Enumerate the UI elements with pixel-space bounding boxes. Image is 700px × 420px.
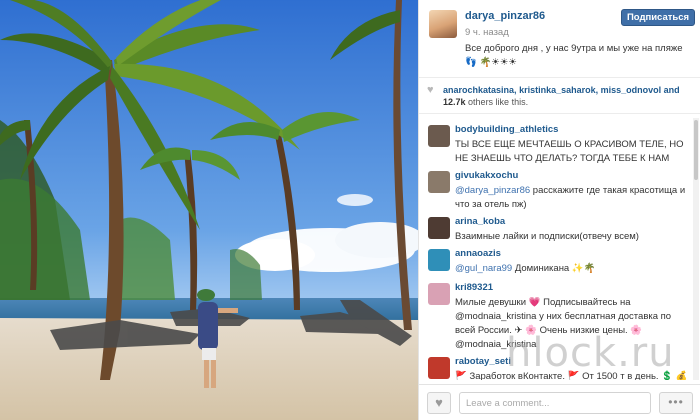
comment-input[interactable] [459, 392, 651, 414]
likes-heart-icon: ♥ [427, 84, 434, 96]
likes-section: ♥ anarochkatasina, kristinka_saharok, mi… [419, 78, 700, 114]
likers-and-text: and [663, 85, 680, 95]
comment-username[interactable]: arina_koba [455, 216, 505, 227]
comment-avatar[interactable] [428, 357, 450, 379]
comment-body: Доминикана ✨🌴 [512, 263, 596, 274]
comment-avatar[interactable] [428, 125, 450, 147]
comment-avatar[interactable] [428, 283, 450, 305]
likers-list: anarochkatasina, kristinka_saharok, miss… [443, 85, 680, 95]
comment-text: Взаимные лайки и подписки(отвечу всем) [455, 231, 639, 242]
author-username-link[interactable]: darya_pinzar86 [465, 10, 545, 22]
comment-text: @gul_nara99 Доминикана ✨🌴 [455, 262, 691, 276]
liker-link[interactable]: miss_odnovol [601, 85, 662, 95]
likes-count: 12.7k others like this. [443, 97, 528, 107]
likes-count-value[interactable]: 12.7k [443, 97, 466, 107]
follow-button[interactable]: Подписаться [621, 9, 695, 26]
author-avatar[interactable] [429, 10, 457, 38]
comment-avatar[interactable] [428, 249, 450, 271]
like-button[interactable]: ♥ [427, 392, 451, 414]
liker-link[interactable]: kristinka_saharok [519, 85, 596, 95]
post-timestamp: 9 ч. назад [465, 27, 509, 38]
comment-username[interactable]: bodybuilding_athletics [455, 124, 558, 135]
comment-username[interactable]: givukakxochu [455, 170, 518, 181]
heart-icon: ♥ [435, 395, 443, 410]
more-options-button[interactable]: ••• [659, 392, 693, 414]
comment-footer: ♥ ••• [419, 384, 700, 420]
comment-text: @darya_pinzar86 расскажите где такая кра… [455, 184, 691, 212]
comment-username[interactable]: kri89321 [455, 282, 493, 293]
liker-link[interactable]: anarochkatasina [443, 85, 514, 95]
comment-text: ТЫ ВСЕ ЕЩЕ МЕЧТАЕШЬ О КРАСИВОМ ТЕЛЕ, НО … [455, 139, 684, 164]
post-caption: Все доброго дня , у нас 9утра и мы уже н… [465, 43, 683, 68]
comments-scroll-thumb[interactable] [694, 120, 698, 180]
comment-mention[interactable]: @darya_pinzar86 [455, 185, 530, 196]
site-watermark: hlock.ru [506, 330, 675, 376]
comment-mention[interactable]: @gul_nara99 [455, 263, 512, 274]
likes-count-suffix: others like this. [468, 97, 529, 107]
beach-photo-image [0, 0, 418, 420]
comment-username[interactable]: annaoazis [455, 248, 501, 259]
comment-avatar[interactable] [428, 217, 450, 239]
comment-username[interactable]: rabotay_seti [455, 356, 511, 367]
post-photo[interactable] [0, 0, 418, 420]
comment-avatar[interactable] [428, 171, 450, 193]
post-header: darya_pinzar86 9 ч. назад Подписаться Вс… [419, 0, 700, 78]
